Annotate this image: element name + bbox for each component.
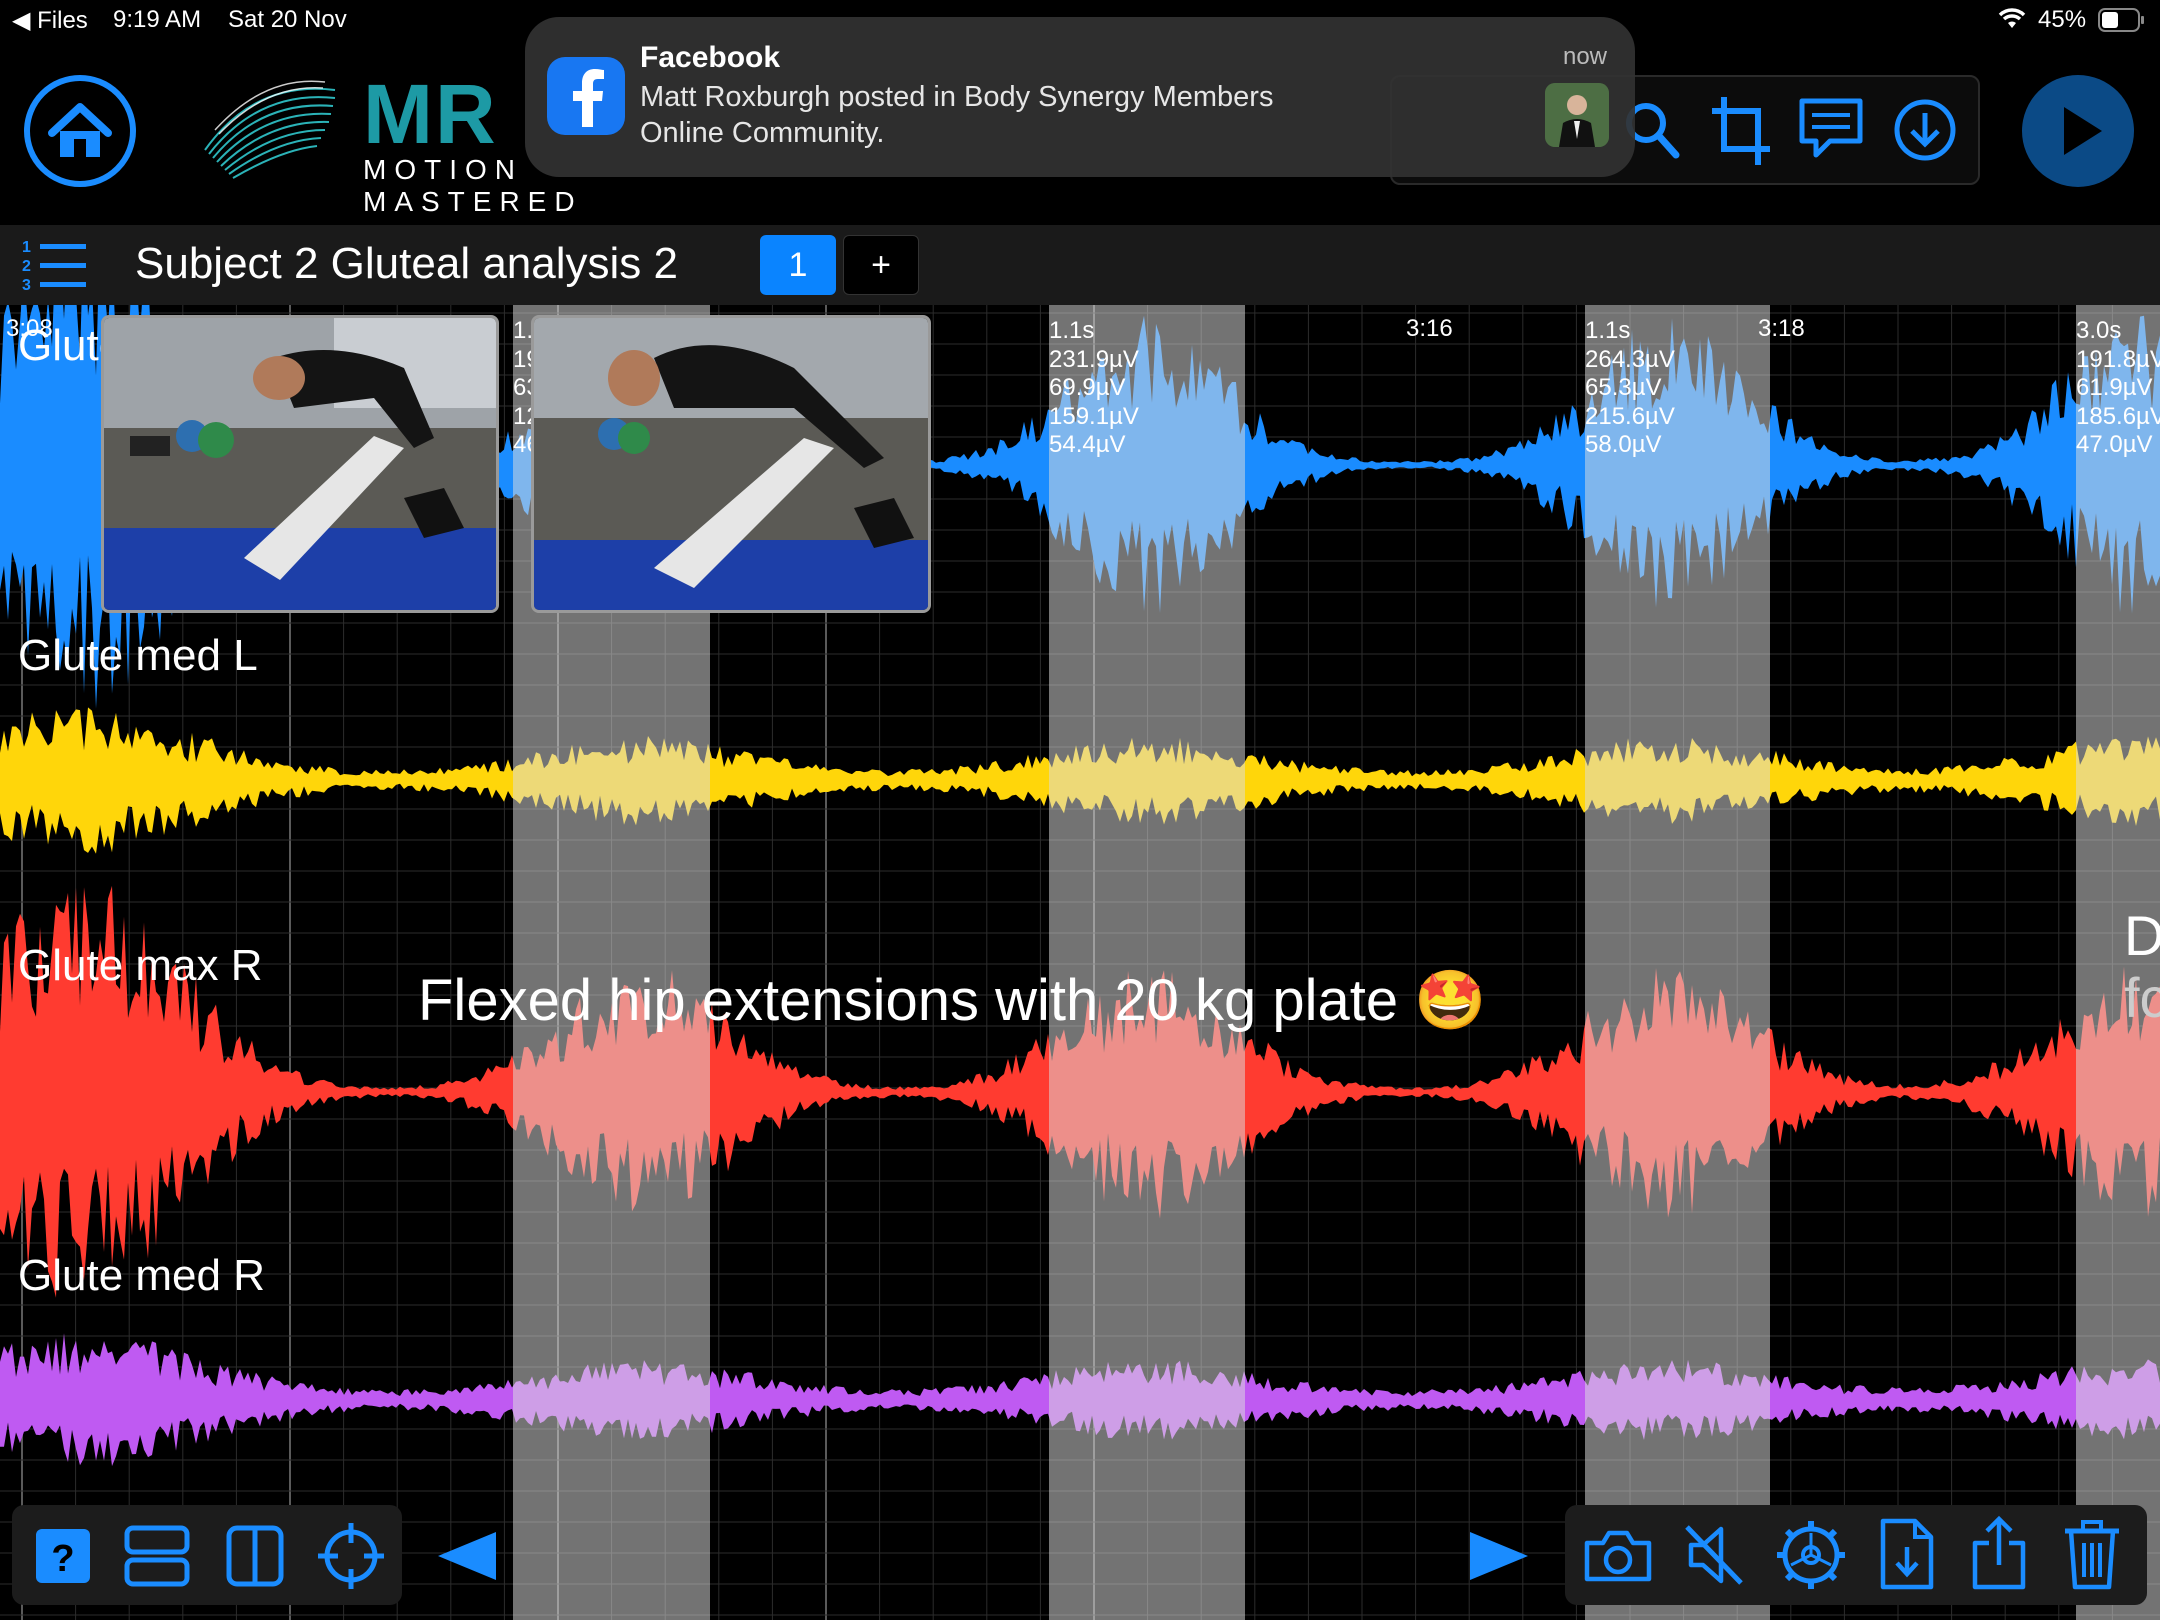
selection-value: 65.3µV <box>1585 374 1662 401</box>
selection-value: 47.0µV <box>2076 431 2153 458</box>
selection-stats-3: 1.1s 264.3µV 65.3µV 215.6µV 58.0µV <box>1585 317 1675 460</box>
video-thumbnail[interactable] <box>101 315 499 613</box>
logo-text: MR <box>363 67 498 161</box>
facebook-notification[interactable]: Facebook now Matt Roxburgh posted in Bod… <box>525 17 1635 177</box>
bottom-toolbar-right <box>1565 1505 2147 1605</box>
selection-duration: 3.0s <box>2076 317 2122 344</box>
channel-label-glute-max-r: Glute max R <box>18 941 263 990</box>
next-icon[interactable] <box>1468 1530 1530 1582</box>
svg-text:1: 1 <box>22 239 31 256</box>
selection-value: 159.1µV <box>1049 402 1139 430</box>
selection-value: 61.9µV <box>2076 374 2153 401</box>
home-icon <box>48 103 112 157</box>
svg-text:2: 2 <box>22 258 31 275</box>
selection-value: 231.9µV <box>1049 345 1139 373</box>
back-to-files[interactable]: ◀ Files <box>12 6 88 35</box>
file-import-icon[interactable] <box>1879 1517 1935 1591</box>
session-bar: 1 2 3 Subject 2 Gluteal analysis 2 1 + <box>0 225 2160 305</box>
tab-1[interactable]: 1 <box>760 235 836 295</box>
avatar <box>1545 83 1609 147</box>
numbered-list-icon[interactable]: 1 2 3 <box>20 235 90 295</box>
crosshair-icon[interactable] <box>316 1521 386 1591</box>
selection-duration: 1.1s <box>1585 317 1631 344</box>
notification-title: Facebook <box>640 41 781 74</box>
notification-body: Matt Roxburgh posted in Body Synergy Mem… <box>640 81 1274 149</box>
logo-mark-icon <box>204 80 336 179</box>
annotation-text[interactable]: Flexed hip extensions with 20 kg plate 🤩 <box>418 967 1486 1035</box>
selection-value: 191.8µV <box>2076 345 2160 373</box>
edge-text-line: fc <box>2124 966 2160 1029</box>
edge-text: D fc <box>2124 905 2160 1029</box>
play-icon <box>2064 107 2102 155</box>
help-icon[interactable]: ? <box>34 1527 92 1585</box>
selection-value: 185.6µV <box>2076 402 2160 430</box>
bottom-toolbar-left: ? <box>12 1505 402 1605</box>
wifi-icon <box>1998 8 2026 28</box>
status-time: 9:19 AM <box>113 6 202 33</box>
download-icon[interactable] <box>1892 97 1958 163</box>
split-layout-icon[interactable] <box>226 1525 284 1587</box>
emg-plot[interactable]: 3:08 3:16 3:18 Glute max L Glute med L G… <box>0 305 2160 1620</box>
crop-icon[interactable] <box>1710 95 1772 167</box>
channel-label-glute-med-r: Glute med R <box>18 1251 265 1300</box>
home-button[interactable] <box>24 75 136 187</box>
trash-icon[interactable] <box>2061 1517 2123 1591</box>
share-icon[interactable] <box>1969 1515 2029 1591</box>
notification-time: now <box>1562 43 1607 70</box>
camera-icon[interactable] <box>1583 1529 1653 1583</box>
selection-value: 54.4µV <box>1049 431 1126 458</box>
mute-icon[interactable] <box>1683 1523 1745 1587</box>
video-frame-image <box>534 318 928 610</box>
stack-layout-icon[interactable] <box>124 1525 190 1587</box>
selection-stats-4: 3.0s 191.8µV 61.9µV 185.6µV 47.0µV <box>2076 317 2160 460</box>
settings-icon[interactable] <box>1775 1519 1847 1591</box>
back-app-label: Files <box>37 7 88 34</box>
selection-duration: 1.1s <box>1049 317 1095 344</box>
facebook-icon <box>547 57 625 135</box>
battery-percent: 45% <box>2038 6 2087 33</box>
selection-value: 69.9µV <box>1049 374 1126 401</box>
selection-stats-2: 1.1s 231.9µV 69.9µV 159.1µV 54.4µV <box>1049 317 1139 460</box>
status-date: Sat 20 Nov <box>228 6 347 33</box>
video-thumbnail[interactable] <box>531 315 931 613</box>
svg-text:?: ? <box>51 1538 74 1580</box>
play-button[interactable] <box>2022 75 2134 187</box>
selection-region-2 <box>1049 305 1245 1620</box>
previous-icon[interactable] <box>436 1530 498 1582</box>
selection-value: 58.0µV <box>1585 431 1662 458</box>
svg-text:3: 3 <box>22 277 31 294</box>
time-label-3-16: 3:16 <box>1406 315 1453 342</box>
video-frame-image <box>104 318 496 610</box>
selection-region-3 <box>1585 305 1770 1620</box>
session-title[interactable]: Subject 2 Gluteal analysis 2 <box>135 239 678 289</box>
comment-icon[interactable] <box>1796 93 1866 163</box>
selection-value: 264.3µV <box>1585 345 1675 373</box>
time-label-3-18: 3:18 <box>1758 315 1805 342</box>
add-tab-button[interactable]: + <box>843 235 919 295</box>
battery-icon <box>2098 8 2144 32</box>
edge-text-line: D <box>2124 904 2160 967</box>
selection-value: 215.6µV <box>1585 402 1675 430</box>
channel-label-glute-med-l: Glute med L <box>18 631 258 680</box>
